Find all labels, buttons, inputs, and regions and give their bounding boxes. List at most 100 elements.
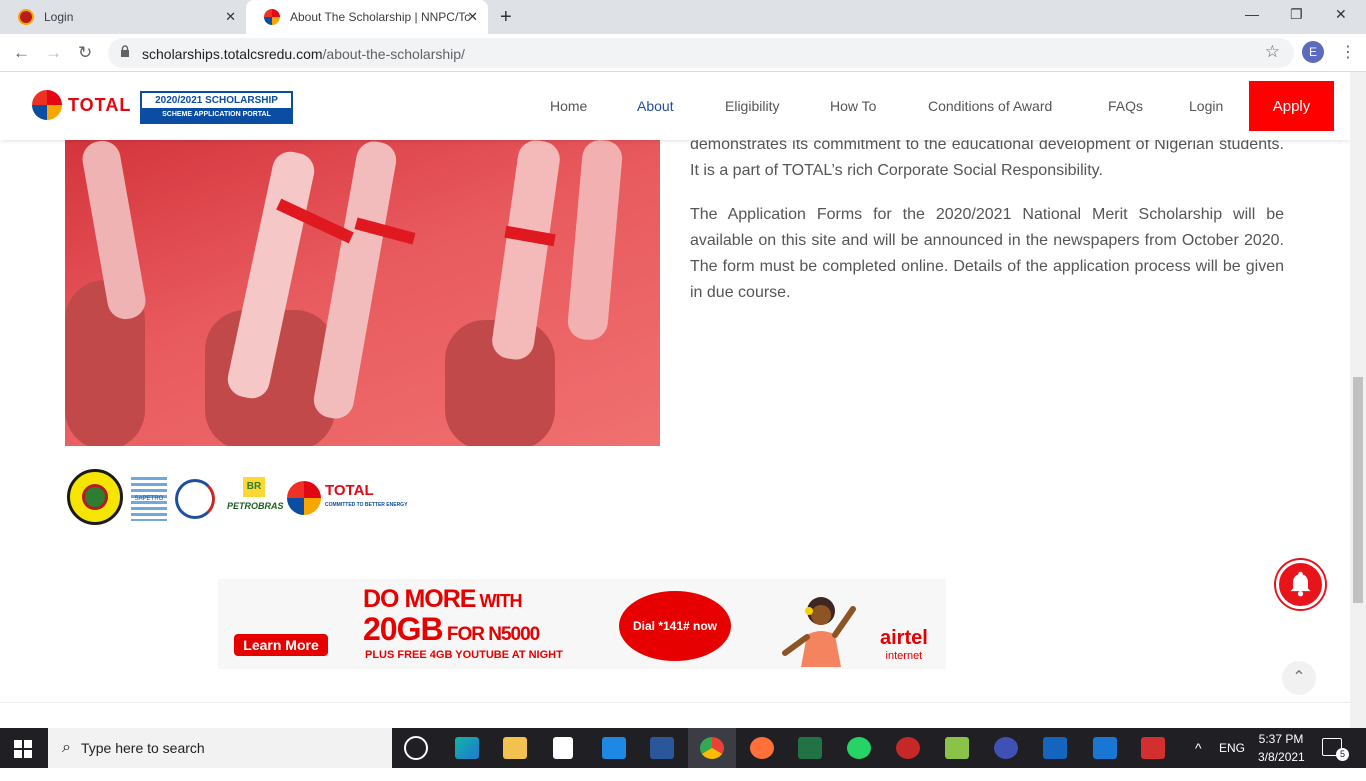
nav-about[interactable]: About <box>637 98 674 114</box>
tab-title: About The Scholarship | NNPC/Tc <box>290 10 470 24</box>
total-tagline: COMMITTED TO BETTER ENERGY <box>325 502 408 508</box>
url-host: scholarships.totalcsredu.com <box>142 46 323 62</box>
diploma-scroll <box>310 140 400 422</box>
mb-app-icon[interactable] <box>994 737 1018 759</box>
url-text: scholarships.totalcsredu.com/about-the-s… <box>142 46 465 62</box>
nav-eligibility[interactable]: Eligibility <box>725 98 779 114</box>
page-viewport: TOTAL 2020/2021 SCHOLARSHIP SCHEME APPLI… <box>0 72 1350 728</box>
badge-top-text: 2020/2021 SCHOLARSHIP <box>142 93 291 108</box>
scroll-to-top-button[interactable]: ⌃ <box>1282 661 1316 695</box>
total-logo-icon <box>287 481 321 515</box>
smiling-woman-image <box>782 597 856 667</box>
action-center-icon[interactable]: 5 <box>1322 738 1349 761</box>
nav-login[interactable]: Login <box>1189 98 1223 114</box>
nav-how-to[interactable]: How To <box>830 98 876 114</box>
store-icon[interactable] <box>553 737 573 759</box>
search-placeholder: Type here to search <box>80 740 205 756</box>
site-header: TOTAL 2020/2021 SCHOLARSHIP SCHEME APPLI… <box>0 72 1350 140</box>
nav-faqs[interactable]: FAQs <box>1108 98 1143 114</box>
br-mark: BR <box>243 477 265 497</box>
graduates-scrolls-image <box>65 140 660 446</box>
ad-headline-1: DO MORE WITH <box>363 585 522 614</box>
cnooc-logo-icon <box>175 479 215 519</box>
paint-icon[interactable] <box>945 737 969 759</box>
total-logo[interactable]: TOTAL <box>32 90 131 120</box>
d-app-icon[interactable] <box>1043 737 1067 759</box>
nav-conditions-of-award[interactable]: Conditions of Award <box>928 98 1052 114</box>
wps-writer-icon[interactable] <box>1093 737 1117 759</box>
tab-login[interactable]: Login ✕ <box>0 0 246 34</box>
file-explorer-icon[interactable] <box>503 737 527 759</box>
airtel-advertisement[interactable]: Learn More DO MORE WITH 20GB FOR N5000 P… <box>218 579 946 669</box>
back-button[interactable]: ← <box>13 43 30 63</box>
clock-time: 5:37 PM <box>1258 732 1304 746</box>
tab-about-scholarship[interactable]: About The Scholarship | NNPC/Tc ✕ <box>246 0 488 34</box>
apply-button[interactable]: Apply <box>1249 81 1334 131</box>
tab-close-icon[interactable]: ✕ <box>225 9 236 25</box>
total-sponsor-logo: TOTAL COMMITTED TO BETTER ENERGY <box>287 481 407 515</box>
forward-button[interactable]: → <box>45 43 62 63</box>
minimize-button[interactable]: — <box>1245 6 1259 22</box>
footer-divider <box>0 702 1350 703</box>
airtel-text: airtel <box>880 627 928 649</box>
firefox-icon[interactable] <box>750 737 774 759</box>
edge-icon[interactable] <box>455 737 479 759</box>
reload-button[interactable]: ↻ <box>78 43 92 63</box>
restore-button[interactable]: ❐ <box>1290 6 1303 23</box>
about-paragraph-2: The Application Forms for the 2020/2021 … <box>690 206 1284 301</box>
address-toolbar: ← → ↻ scholarships.totalcsredu.com/about… <box>0 34 1366 72</box>
learn-more-button[interactable]: Learn More <box>234 634 328 656</box>
total-logo-icon <box>32 90 62 120</box>
clock[interactable]: 5:37 PM 3/8/2021 <box>1258 732 1305 772</box>
ad-headline-2: 20GB FOR N5000 <box>363 611 540 648</box>
sponsor-logos: SAPETRO BR PETROBRAS TOTAL COMMITTED TO B… <box>65 467 445 529</box>
profile-avatar[interactable]: E <box>1302 41 1324 63</box>
whatsapp-icon[interactable] <box>847 737 871 759</box>
total-text: TOTAL <box>325 482 374 499</box>
presentation-icon[interactable] <box>1141 737 1165 759</box>
new-tab-button[interactable]: + <box>500 6 512 29</box>
window-close-button[interactable]: ✕ <box>1335 6 1347 23</box>
windows-taskbar: ⌕ Type here to search ^ ENG 5:37 PM 3/8/… <box>0 728 1366 768</box>
badge-bottom-text: SCHEME APPLICATION PORTAL <box>142 108 291 122</box>
logo-text: TOTAL <box>68 94 132 115</box>
bookmark-star-icon[interactable]: ☆ <box>1265 42 1280 62</box>
word-icon[interactable] <box>650 737 674 759</box>
lock-icon <box>121 45 129 57</box>
scholarship-badge: 2020/2021 SCHOLARSHIP SCHEME APPLICATION… <box>140 91 293 124</box>
url-path: /about-the-scholarship/ <box>322 46 465 62</box>
url-bar[interactable]: scholarships.totalcsredu.com/about-the-s… <box>108 38 1294 68</box>
tab-title: Login <box>44 10 74 24</box>
browser-menu-icon[interactable]: ⋮ <box>1340 42 1356 62</box>
total-favicon-icon <box>264 9 280 25</box>
petrobras-text: PETROBRAS <box>227 501 284 511</box>
mail-icon[interactable] <box>602 737 626 759</box>
page-scrollbar[interactable] <box>1350 72 1366 728</box>
language-indicator[interactable]: ENG <box>1219 741 1245 781</box>
diploma-scroll <box>489 140 563 362</box>
taskbar-search-box[interactable]: ⌕ Type here to search <box>48 728 392 768</box>
site-favicon-icon <box>18 9 34 25</box>
diploma-scroll <box>566 140 624 342</box>
chrome-icon[interactable] <box>700 737 724 759</box>
ad-line2-b: FOR N5000 <box>442 624 540 645</box>
nav-home[interactable]: Home <box>550 98 587 114</box>
task-view-icon[interactable] <box>404 736 428 760</box>
tab-close-icon[interactable]: ✕ <box>467 9 478 25</box>
excel-icon[interactable] <box>798 737 822 759</box>
ad-line2-a: 20GB <box>363 611 444 647</box>
ad-line1-b: WITH <box>475 591 522 611</box>
airtel-logo: airtel internet <box>880 627 928 665</box>
airtel-sub: internet <box>885 650 923 662</box>
ad-line1-a: DO MORE <box>363 585 476 613</box>
scrollbar-thumb[interactable] <box>1353 377 1363 603</box>
windows-start-icon[interactable] <box>14 740 32 758</box>
browser-tab-strip: Login ✕ About The Scholarship | NNPC/Tc … <box>0 0 1366 34</box>
nnpc-logo-icon <box>67 469 123 525</box>
notification-bell-icon[interactable] <box>1276 560 1325 609</box>
ad-dial-badge: Dial *141# now <box>619 591 731 661</box>
petrobras-logo: BR PETROBRAS <box>227 477 284 511</box>
tray-overflow-icon[interactable]: ^ <box>1195 740 1202 780</box>
sapetro-logo: SAPETRO <box>131 477 167 521</box>
app-seal-icon[interactable] <box>896 737 920 759</box>
